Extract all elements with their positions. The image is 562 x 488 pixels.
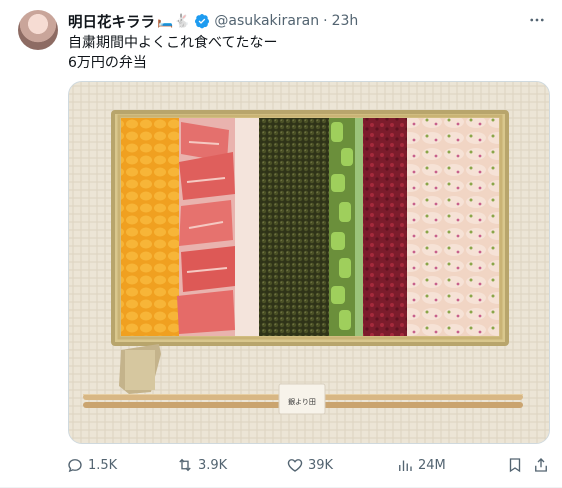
display-name[interactable]: 明日花キララ xyxy=(68,11,155,32)
bookmark-icon xyxy=(509,458,521,473)
more-button[interactable] xyxy=(526,10,548,30)
avatar[interactable] xyxy=(18,10,58,50)
like-icon xyxy=(287,459,303,472)
separator-dot: · xyxy=(323,13,328,29)
tweet-text: 自粛期間中よくこれ食べてたなー 6万円の弁当 xyxy=(68,33,277,73)
verified-icon xyxy=(195,14,210,29)
bookmark-button[interactable] xyxy=(506,455,528,475)
name-emoji: 🛏️🐇 xyxy=(157,13,192,29)
views-icon xyxy=(399,460,412,471)
share-button[interactable] xyxy=(532,455,554,475)
share-icon xyxy=(535,458,547,472)
more-icon xyxy=(530,18,544,22)
reply-count: 1.5K xyxy=(88,457,118,473)
retweet-count: 3.9K xyxy=(198,457,228,473)
like-button[interactable]: 39K xyxy=(286,455,333,475)
like-count: 39K xyxy=(308,457,334,473)
reply-button[interactable]: 1.5K xyxy=(66,455,117,475)
bento-photo: 銀より田 xyxy=(69,82,549,443)
timestamp[interactable]: 23h xyxy=(332,13,359,29)
reply-icon xyxy=(68,459,82,473)
views-button[interactable]: 24M xyxy=(396,455,446,475)
chopstick-wrapper-text: 銀より田 xyxy=(288,397,316,406)
retweet-button[interactable]: 3.9K xyxy=(176,455,227,475)
tweet-text-line-1: 自粛期間中よくこれ食べてたなー xyxy=(68,35,278,51)
views-count: 24M xyxy=(418,457,446,473)
tweet-text-line-2: 6万円の弁当 xyxy=(68,55,147,71)
retweet-icon xyxy=(179,458,191,472)
tweet[interactable]: 明日花キララ 🛏️🐇 @asukakiraran · 23h 自粛期間中よくこれ… xyxy=(0,0,562,488)
action-bar: 1.5K 3.9K 39K 24M xyxy=(66,455,552,475)
tweet-header: 明日花キララ 🛏️🐇 @asukakiraran · 23h xyxy=(68,11,358,31)
user-handle[interactable]: @asukakiraran xyxy=(214,13,319,29)
tweet-photo[interactable]: 銀より田 xyxy=(68,81,550,444)
